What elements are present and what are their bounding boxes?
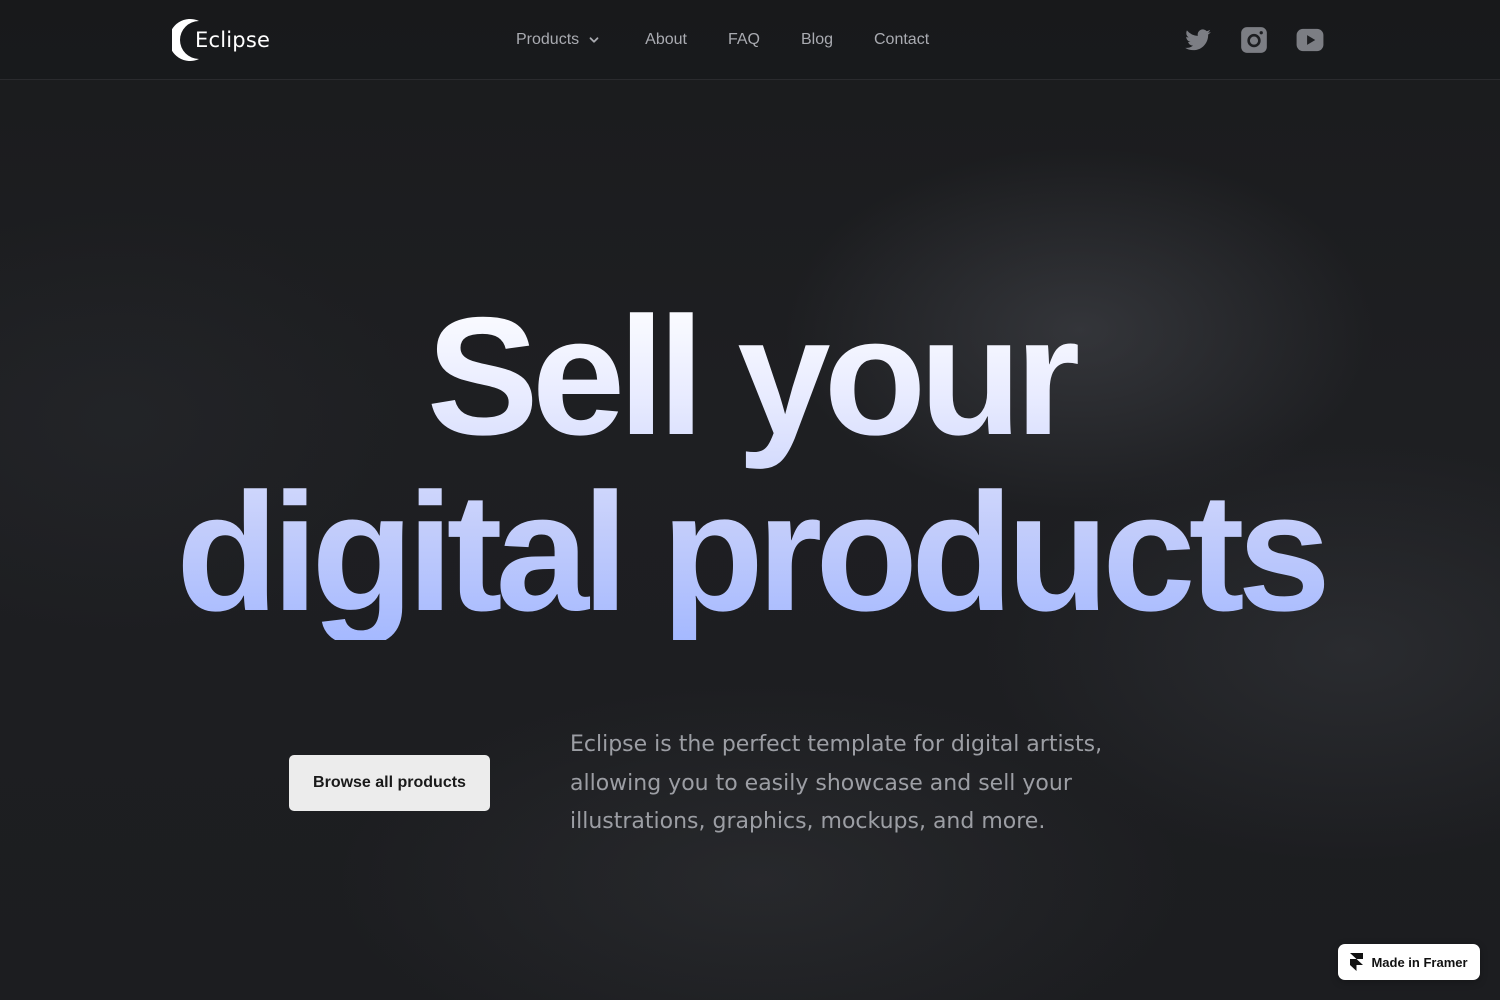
nav-item-products-label: Products [516, 31, 580, 48]
main-nav: Products About FAQ Blog Contact [516, 28, 929, 52]
badge-label: Made in Framer [1371, 954, 1468, 970]
hero-headline-line1: Sell your [426, 282, 1074, 470]
framer-logo-icon [1350, 953, 1364, 971]
hero-description: Eclipse is the perfect template for digi… [570, 732, 1103, 834]
nav-item-products[interactable]: Products [516, 28, 601, 52]
made-in-framer-badge[interactable]: Made in Framer [1338, 944, 1480, 980]
social-links [1184, 26, 1324, 54]
hero-headline-line2: digital products [176, 458, 1324, 646]
chevron-down-icon [589, 37, 599, 43]
twitter-icon[interactable] [1184, 26, 1212, 54]
logo-text: Eclipse [195, 28, 271, 52]
instagram-icon[interactable] [1240, 26, 1268, 54]
browse-all-products-button[interactable]: Browse all products [289, 755, 490, 811]
site-header: Eclipse Products About FAQ Blog Contact [0, 0, 1500, 80]
nav-item-about[interactable]: About [645, 28, 687, 52]
nav-item-blog[interactable]: Blog [801, 28, 833, 52]
youtube-icon[interactable] [1296, 26, 1324, 54]
nav-item-faq[interactable]: FAQ [728, 28, 760, 52]
hero-headline: Sell your digital products [0, 288, 1500, 640]
nav-item-contact[interactable]: Contact [874, 28, 929, 52]
logo[interactable]: Eclipse [172, 18, 270, 62]
